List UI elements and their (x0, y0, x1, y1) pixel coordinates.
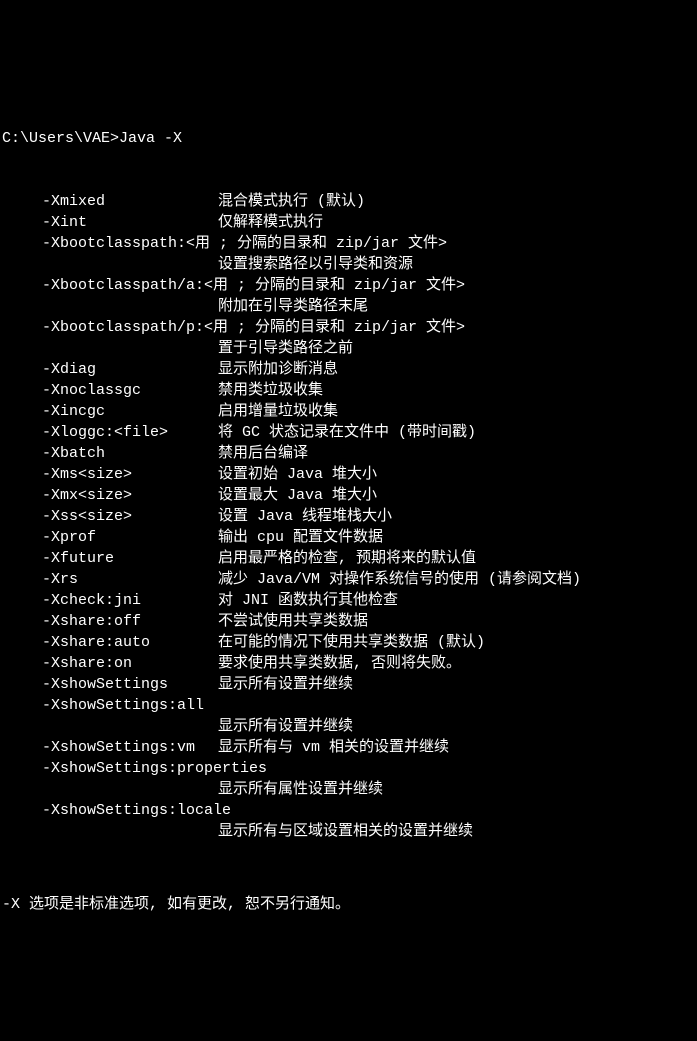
option-row: -Xprof输出 cpu 配置文件数据 (2, 527, 695, 548)
option-name: -XshowSettings:vm (42, 737, 218, 758)
option-row: -Xshare:auto在可能的情况下使用共享类数据 (默认) (2, 632, 695, 653)
option-row: -Xnoclassgc禁用类垃圾收集 (2, 380, 695, 401)
option-name: -XshowSettings:properties (42, 758, 267, 779)
option-name: -Xshare:off (42, 611, 218, 632)
option-desc: 要求使用共享类数据, 否则将失败。 (218, 653, 461, 674)
option-row: -Xms<size>设置初始 Java 堆大小 (2, 464, 695, 485)
option-desc: 在可能的情况下使用共享类数据 (默认) (218, 632, 485, 653)
option-desc: 减少 Java/VM 对操作系统信号的使用 (请参阅文档) (218, 569, 581, 590)
option-name: -Xbatch (42, 443, 218, 464)
option-desc: 显示附加诊断消息 (218, 359, 338, 380)
option-row: -XshowSettings:all (2, 695, 695, 716)
option-name: -Xbootclasspath/a:<用 ; 分隔的目录和 zip/jar 文件… (42, 275, 465, 296)
option-row: -XshowSettings:properties (2, 758, 695, 779)
option-name: -Xmx<size> (42, 485, 218, 506)
option-row: -Xloggc:<file>将 GC 状态记录在文件中 (带时间戳) (2, 422, 695, 443)
option-name: -Xbootclasspath:<用 ; 分隔的目录和 zip/jar 文件> (42, 233, 447, 254)
option-row: -Xrs减少 Java/VM 对操作系统信号的使用 (请参阅文档) (2, 569, 695, 590)
option-name: -Xnoclassgc (42, 380, 218, 401)
option-row: -Xss<size>设置 Java 线程堆栈大小 (2, 506, 695, 527)
option-desc: 显示所有与 vm 相关的设置并继续 (218, 737, 449, 758)
terminal-output: C:\Users\VAE>Java -X -Xmixed混合模式执行 (默认) … (2, 86, 695, 936)
prompt-text: C:\Users\VAE>Java -X (2, 130, 182, 147)
option-desc: 设置初始 Java 堆大小 (218, 464, 377, 485)
option-row: -Xincgc启用增量垃圾收集 (2, 401, 695, 422)
option-row: -Xbatch禁用后台编译 (2, 443, 695, 464)
option-name: -Xcheck:jni (42, 590, 218, 611)
option-name: -Xss<size> (42, 506, 218, 527)
option-row: -Xdiag显示附加诊断消息 (2, 359, 695, 380)
option-row: -XshowSettings显示所有设置并继续 (2, 674, 695, 695)
option-desc: 对 JNI 函数执行其他检查 (218, 590, 398, 611)
option-desc: 禁用类垃圾收集 (218, 380, 323, 401)
option-desc: 显示所有属性设置并继续 (2, 779, 695, 800)
option-name: -XshowSettings:locale (42, 800, 231, 821)
option-name: -XshowSettings (42, 674, 218, 695)
option-row: -XshowSettings:locale (2, 800, 695, 821)
option-row: -Xbootclasspath:<用 ; 分隔的目录和 zip/jar 文件> (2, 233, 695, 254)
option-name: -XshowSettings:all (42, 695, 204, 716)
option-name: -Xfuture (42, 548, 218, 569)
footer-note: -X 选项是非标准选项, 如有更改, 恕不另行通知。 (2, 894, 695, 915)
option-desc: 显示所有设置并继续 (218, 674, 353, 695)
option-name: -Xshare:on (42, 653, 218, 674)
option-desc: 设置搜索路径以引导类和资源 (2, 254, 695, 275)
option-name: -Xdiag (42, 359, 218, 380)
option-name: -Xshare:auto (42, 632, 218, 653)
option-name: -Xprof (42, 527, 218, 548)
option-desc: 输出 cpu 配置文件数据 (218, 527, 383, 548)
option-desc: 置于引导类路径之前 (2, 338, 695, 359)
option-row: -Xshare:on要求使用共享类数据, 否则将失败。 (2, 653, 695, 674)
option-desc: 不尝试使用共享类数据 (218, 611, 368, 632)
option-row: -Xcheck:jni对 JNI 函数执行其他检查 (2, 590, 695, 611)
option-row: -Xbootclasspath/a:<用 ; 分隔的目录和 zip/jar 文件… (2, 275, 695, 296)
option-desc: 启用最严格的检查, 预期将来的默认值 (218, 548, 476, 569)
option-name: -Xmixed (42, 191, 218, 212)
option-desc: 将 GC 状态记录在文件中 (带时间戳) (218, 422, 476, 443)
option-name: -Xms<size> (42, 464, 218, 485)
option-desc: 仅解释模式执行 (218, 212, 323, 233)
option-desc: 禁用后台编译 (218, 443, 308, 464)
option-desc: 附加在引导类路径末尾 (2, 296, 695, 317)
option-row: -Xmx<size>设置最大 Java 堆大小 (2, 485, 695, 506)
option-name: -Xint (42, 212, 218, 233)
option-row: -Xshare:off不尝试使用共享类数据 (2, 611, 695, 632)
option-row: -Xfuture启用最严格的检查, 预期将来的默认值 (2, 548, 695, 569)
option-desc: 显示所有设置并继续 (2, 716, 695, 737)
option-desc: 启用增量垃圾收集 (218, 401, 338, 422)
options-list: -Xmixed混合模式执行 (默认) -Xint仅解释模式执行 -Xbootcl… (2, 191, 695, 842)
option-desc: 设置最大 Java 堆大小 (218, 485, 377, 506)
option-name: -Xbootclasspath/p:<用 ; 分隔的目录和 zip/jar 文件… (42, 317, 465, 338)
option-desc: 显示所有与区域设置相关的设置并继续 (2, 821, 695, 842)
option-row: -Xbootclasspath/p:<用 ; 分隔的目录和 zip/jar 文件… (2, 317, 695, 338)
option-name: -Xloggc:<file> (42, 422, 218, 443)
option-row: -XshowSettings:vm显示所有与 vm 相关的设置并继续 (2, 737, 695, 758)
option-name: -Xincgc (42, 401, 218, 422)
option-row: -Xint仅解释模式执行 (2, 212, 695, 233)
option-desc: 混合模式执行 (默认) (218, 191, 365, 212)
option-desc: 设置 Java 线程堆栈大小 (218, 506, 392, 527)
option-name: -Xrs (42, 569, 218, 590)
command-prompt: C:\Users\VAE>Java -X (2, 128, 695, 149)
option-row: -Xmixed混合模式执行 (默认) (2, 191, 695, 212)
